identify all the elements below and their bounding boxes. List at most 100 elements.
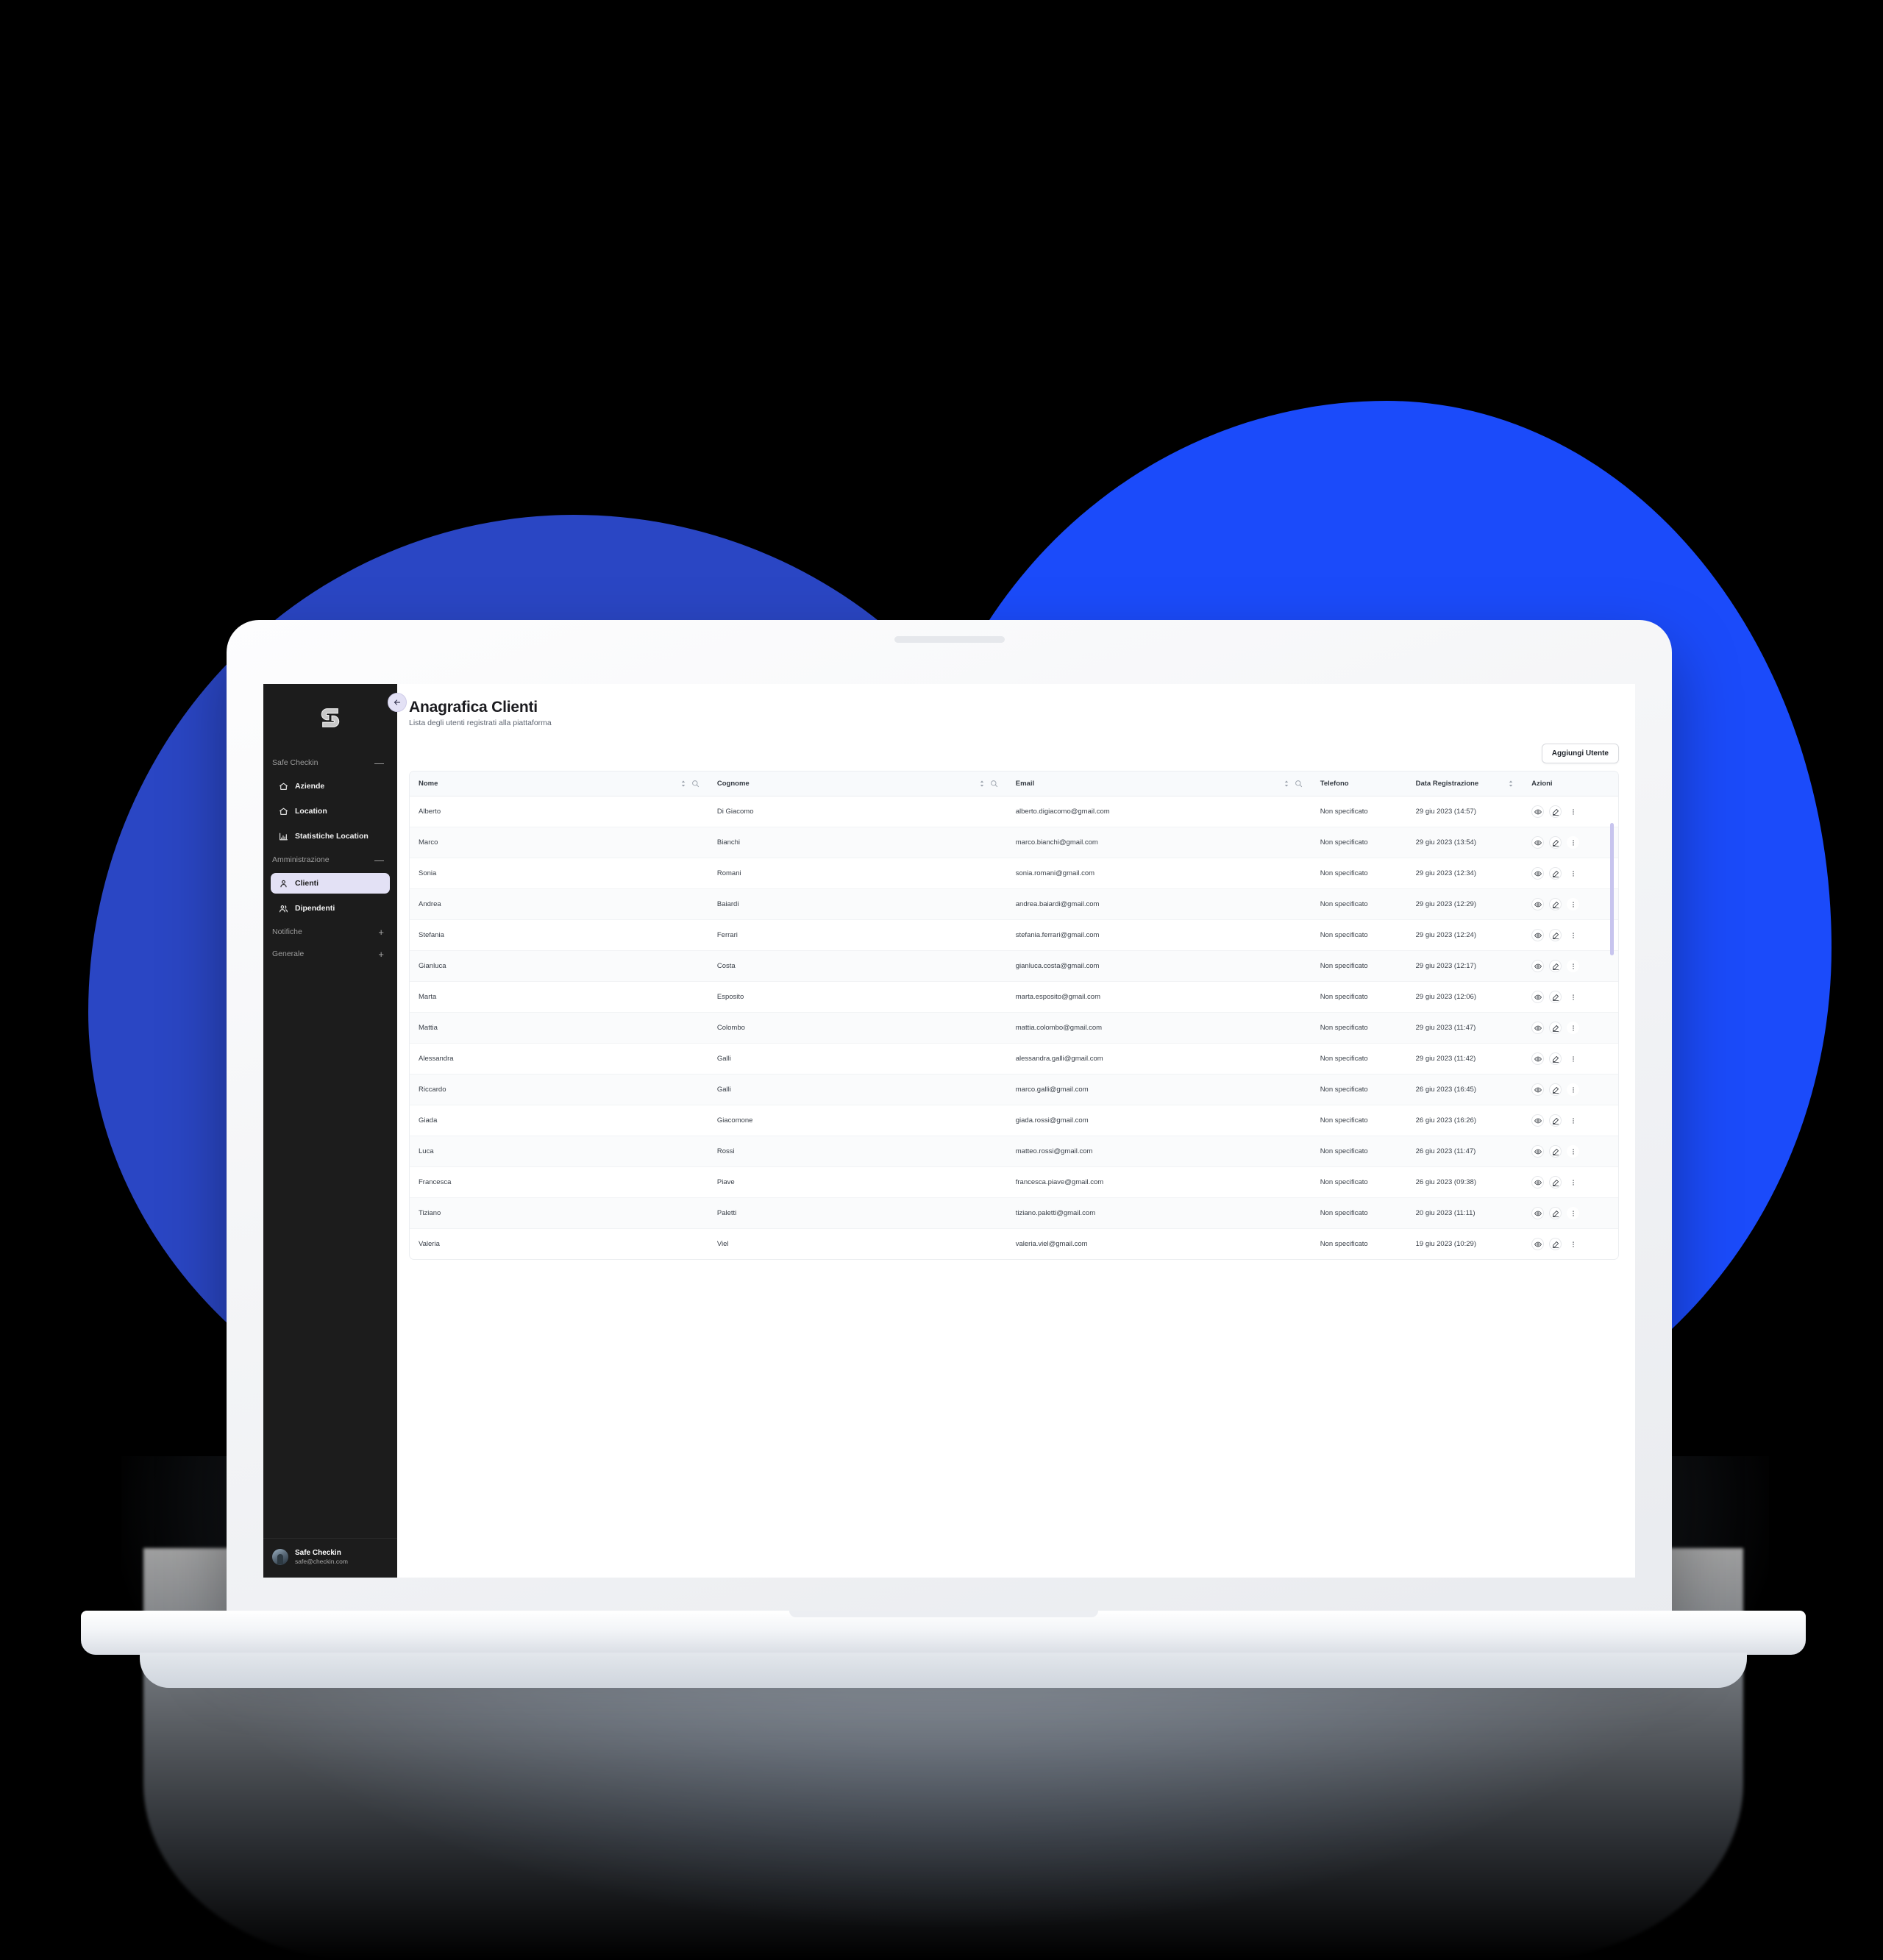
nav-section-amministrazione[interactable]: Amministrazione —: [263, 849, 397, 871]
view-icon[interactable]: [1531, 1207, 1545, 1219]
table-row[interactable]: Francesca Piave francesca.piave@gmail.com N…: [410, 1166, 1618, 1198]
view-icon[interactable]: [1531, 960, 1545, 972]
more-icon[interactable]: [1567, 867, 1580, 880]
view-icon[interactable]: [1531, 898, 1545, 910]
edit-icon[interactable]: [1549, 1022, 1562, 1034]
table-row[interactable]: Marta Esposito marta.esposito@gmail.com Non…: [410, 981, 1618, 1013]
edit-icon[interactable]: [1549, 929, 1562, 941]
view-icon[interactable]: [1531, 1145, 1545, 1158]
view-icon[interactable]: [1531, 1114, 1545, 1127]
table-row[interactable]: Tiziano Paletti tiziano.paletti@gmail.com N…: [410, 1197, 1618, 1229]
more-icon[interactable]: [1567, 1207, 1580, 1219]
nav-section-notifiche[interactable]: Notifiche +: [263, 921, 397, 943]
sidebar-collapse-button[interactable]: [388, 693, 407, 712]
table-scrollbar-thumb[interactable]: [1610, 823, 1614, 955]
edit-icon[interactable]: [1549, 1238, 1562, 1250]
nav-section-generale[interactable]: Generale +: [263, 943, 397, 965]
cell-email: gianluca.costa@gmail.com: [1006, 950, 1311, 982]
nav-section-toggle-icon[interactable]: —: [374, 758, 384, 768]
nav-section-toggle-icon[interactable]: +: [378, 927, 384, 937]
edit-icon[interactable]: [1549, 836, 1562, 849]
sidebar-item-dipendenti[interactable]: Dipendenti: [271, 898, 390, 919]
more-icon[interactable]: [1567, 991, 1580, 1003]
cell-cognome: Di Giacomo: [708, 796, 1007, 827]
more-icon[interactable]: [1567, 1238, 1580, 1250]
table-row[interactable]: Gianluca Costa gianluca.costa@gmail.com Non…: [410, 950, 1618, 982]
view-icon[interactable]: [1531, 1022, 1545, 1034]
row-actions: [1531, 929, 1609, 941]
more-icon[interactable]: [1567, 1145, 1580, 1158]
sort-icon[interactable]: [979, 780, 985, 788]
table-row[interactable]: Marco Bianchi marco.bianchi@gmail.com Non s…: [410, 827, 1618, 858]
table-row[interactable]: Andrea Baiardi andrea.baiardi@gmail.com Non…: [410, 888, 1618, 920]
cell-nome: Marco: [410, 827, 708, 858]
more-icon[interactable]: [1567, 1022, 1580, 1034]
sidebar-item-clienti[interactable]: Clienti: [271, 873, 390, 894]
edit-icon[interactable]: [1549, 867, 1562, 880]
nav-section-toggle-icon[interactable]: +: [378, 949, 384, 959]
table-row[interactable]: Mattia Colombo mattia.colombo@gmail.com Non…: [410, 1012, 1618, 1044]
table-row[interactable]: Giada Giacomone giada.rossi@gmail.com Non s…: [410, 1105, 1618, 1136]
sidebar-item-aziende[interactable]: Aziende: [271, 776, 390, 797]
table-row[interactable]: Riccardo Galli marco.galli@gmail.com Non sp…: [410, 1074, 1618, 1105]
more-icon[interactable]: [1567, 898, 1580, 910]
edit-icon[interactable]: [1549, 805, 1562, 818]
edit-icon[interactable]: [1549, 1052, 1562, 1065]
table-row[interactable]: Alberto Di Giacomo alberto.digiacomo@gmail…: [410, 796, 1618, 827]
sidebar-item-statistiche-location[interactable]: Statistiche Location: [271, 826, 390, 847]
more-icon[interactable]: [1567, 960, 1580, 972]
more-icon[interactable]: [1567, 836, 1580, 849]
cell-azioni: [1523, 1012, 1618, 1044]
view-icon[interactable]: [1531, 805, 1545, 818]
table-row[interactable]: Sonia Romani sonia.romani@gmail.com Non spe…: [410, 858, 1618, 889]
table-row[interactable]: Valeria Viel valeria.viel@gmail.com Non spe…: [410, 1229, 1618, 1260]
user-icon: [278, 878, 288, 888]
sidebar-profile[interactable]: Safe Checkin safe@checkin.com: [263, 1537, 397, 1578]
column-header-nome[interactable]: Nome: [410, 771, 708, 797]
table-row[interactable]: Alessandra Galli alessandra.galli@gmail.co…: [410, 1043, 1618, 1075]
sidebar-logo[interactable]: [263, 684, 397, 752]
cell-azioni: [1523, 1105, 1618, 1136]
view-icon[interactable]: [1531, 929, 1545, 941]
nav-section-toggle-icon[interactable]: —: [374, 855, 384, 865]
table-row[interactable]: Luca Rossi matteo.rossi@gmail.com Non speci…: [410, 1136, 1618, 1167]
more-icon[interactable]: [1567, 805, 1580, 818]
view-icon[interactable]: [1531, 836, 1545, 849]
column-header-cognome[interactable]: Cognome: [708, 771, 1007, 797]
edit-icon[interactable]: [1549, 1114, 1562, 1127]
edit-icon[interactable]: [1549, 1145, 1562, 1158]
view-icon[interactable]: [1531, 867, 1545, 880]
search-icon[interactable]: [691, 780, 700, 788]
column-header-data-registrazione[interactable]: Data Registrazione: [1406, 771, 1523, 797]
view-icon[interactable]: [1531, 1176, 1545, 1189]
edit-icon[interactable]: [1549, 960, 1562, 972]
edit-icon[interactable]: [1549, 1207, 1562, 1219]
more-icon[interactable]: [1567, 1052, 1580, 1065]
table-row[interactable]: Stefania Ferrari stefania.ferrari@gmail.co…: [410, 919, 1618, 951]
cell-cognome: Piave: [708, 1166, 1007, 1198]
view-icon[interactable]: [1531, 1052, 1545, 1065]
cell-cognome: Ferrari: [708, 919, 1007, 951]
add-user-button[interactable]: Aggiungi Utente: [1541, 744, 1619, 763]
sort-icon[interactable]: [1284, 780, 1289, 788]
cell-data: 29 giu 2023 (13:54): [1406, 827, 1523, 858]
edit-icon[interactable]: [1549, 898, 1562, 910]
nav-section-safe-checkin[interactable]: Safe Checkin —: [263, 752, 397, 774]
more-icon[interactable]: [1567, 929, 1580, 941]
more-icon[interactable]: [1567, 1083, 1580, 1096]
column-header-email[interactable]: Email: [1006, 771, 1311, 797]
view-icon[interactable]: [1531, 1238, 1545, 1250]
sort-icon[interactable]: [680, 780, 686, 788]
table-scrollbar-track[interactable]: [1610, 797, 1616, 1256]
sort-icon[interactable]: [1508, 780, 1514, 788]
search-icon[interactable]: [990, 780, 998, 788]
view-icon[interactable]: [1531, 991, 1545, 1003]
edit-icon[interactable]: [1549, 991, 1562, 1003]
edit-icon[interactable]: [1549, 1176, 1562, 1189]
sidebar-item-location[interactable]: Location: [271, 801, 390, 822]
more-icon[interactable]: [1567, 1114, 1580, 1127]
edit-icon[interactable]: [1549, 1083, 1562, 1096]
view-icon[interactable]: [1531, 1083, 1545, 1096]
more-icon[interactable]: [1567, 1176, 1580, 1189]
search-icon[interactable]: [1295, 780, 1303, 788]
